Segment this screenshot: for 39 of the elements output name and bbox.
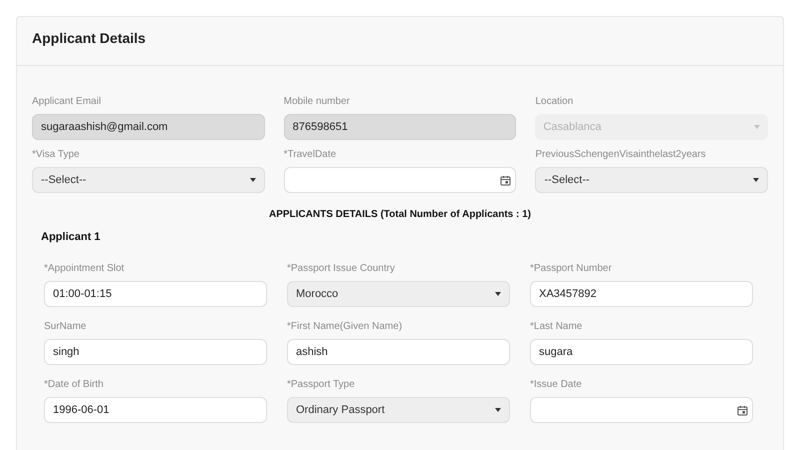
calendar-icon xyxy=(500,174,512,186)
field-label: *First Name(Given Name) xyxy=(287,320,404,334)
field-label: *TravelDate xyxy=(284,148,338,162)
field-label: PreviousSchengenVisainthelast2years xyxy=(535,148,707,162)
caret-icon xyxy=(495,292,501,296)
input-field[interactable]: singh xyxy=(44,339,267,365)
input-field[interactable]: 876598651 xyxy=(284,114,516,140)
field-label: *Appointment Slot xyxy=(44,262,126,276)
field-label: *Date of Birth xyxy=(44,378,104,392)
select-field[interactable]: --Select-- xyxy=(32,167,265,193)
section-title: Applicant Details xyxy=(32,30,146,46)
field-label: *Passport Number xyxy=(530,262,613,276)
field-label: *Issue Date xyxy=(530,378,583,392)
input-field[interactable]: sugara xyxy=(530,339,753,365)
applicant-title: Applicant 1 xyxy=(41,231,100,243)
input-field[interactable]: ashish xyxy=(287,339,510,365)
field-label: Mobile number xyxy=(284,95,351,109)
calendar-icon xyxy=(737,404,748,416)
field-label: SurName xyxy=(44,320,88,334)
field-label: Applicant Email xyxy=(32,95,102,109)
select-field[interactable]: Morocco xyxy=(287,281,510,307)
field-label: Location xyxy=(535,95,574,109)
applicants-heading: APPLICANTS DETAILS (Total Number of Applicants : 1) xyxy=(268,208,532,222)
field-label: *Passport Type xyxy=(287,378,356,392)
caret-icon xyxy=(753,178,759,182)
input-field[interactable]: sugaraashish@gmail.com xyxy=(32,114,265,140)
field-label: *Visa Type xyxy=(32,148,80,162)
input-field[interactable]: 01:00-01:15 xyxy=(44,281,267,307)
select-field[interactable]: Ordinary Passport xyxy=(287,397,510,423)
input-field[interactable]: 1996-06-01 xyxy=(44,397,267,423)
caret-icon xyxy=(495,408,501,412)
date-field[interactable] xyxy=(284,167,516,193)
field-label: *Last Name xyxy=(530,320,584,334)
select-field[interactable]: --Select-- xyxy=(535,167,768,193)
input-field[interactable]: XA3457892 xyxy=(530,281,753,307)
caret-icon xyxy=(754,125,760,129)
field-label: *Passport Issue Country xyxy=(287,262,396,276)
date-field[interactable] xyxy=(530,397,753,423)
caret-icon xyxy=(250,178,256,182)
